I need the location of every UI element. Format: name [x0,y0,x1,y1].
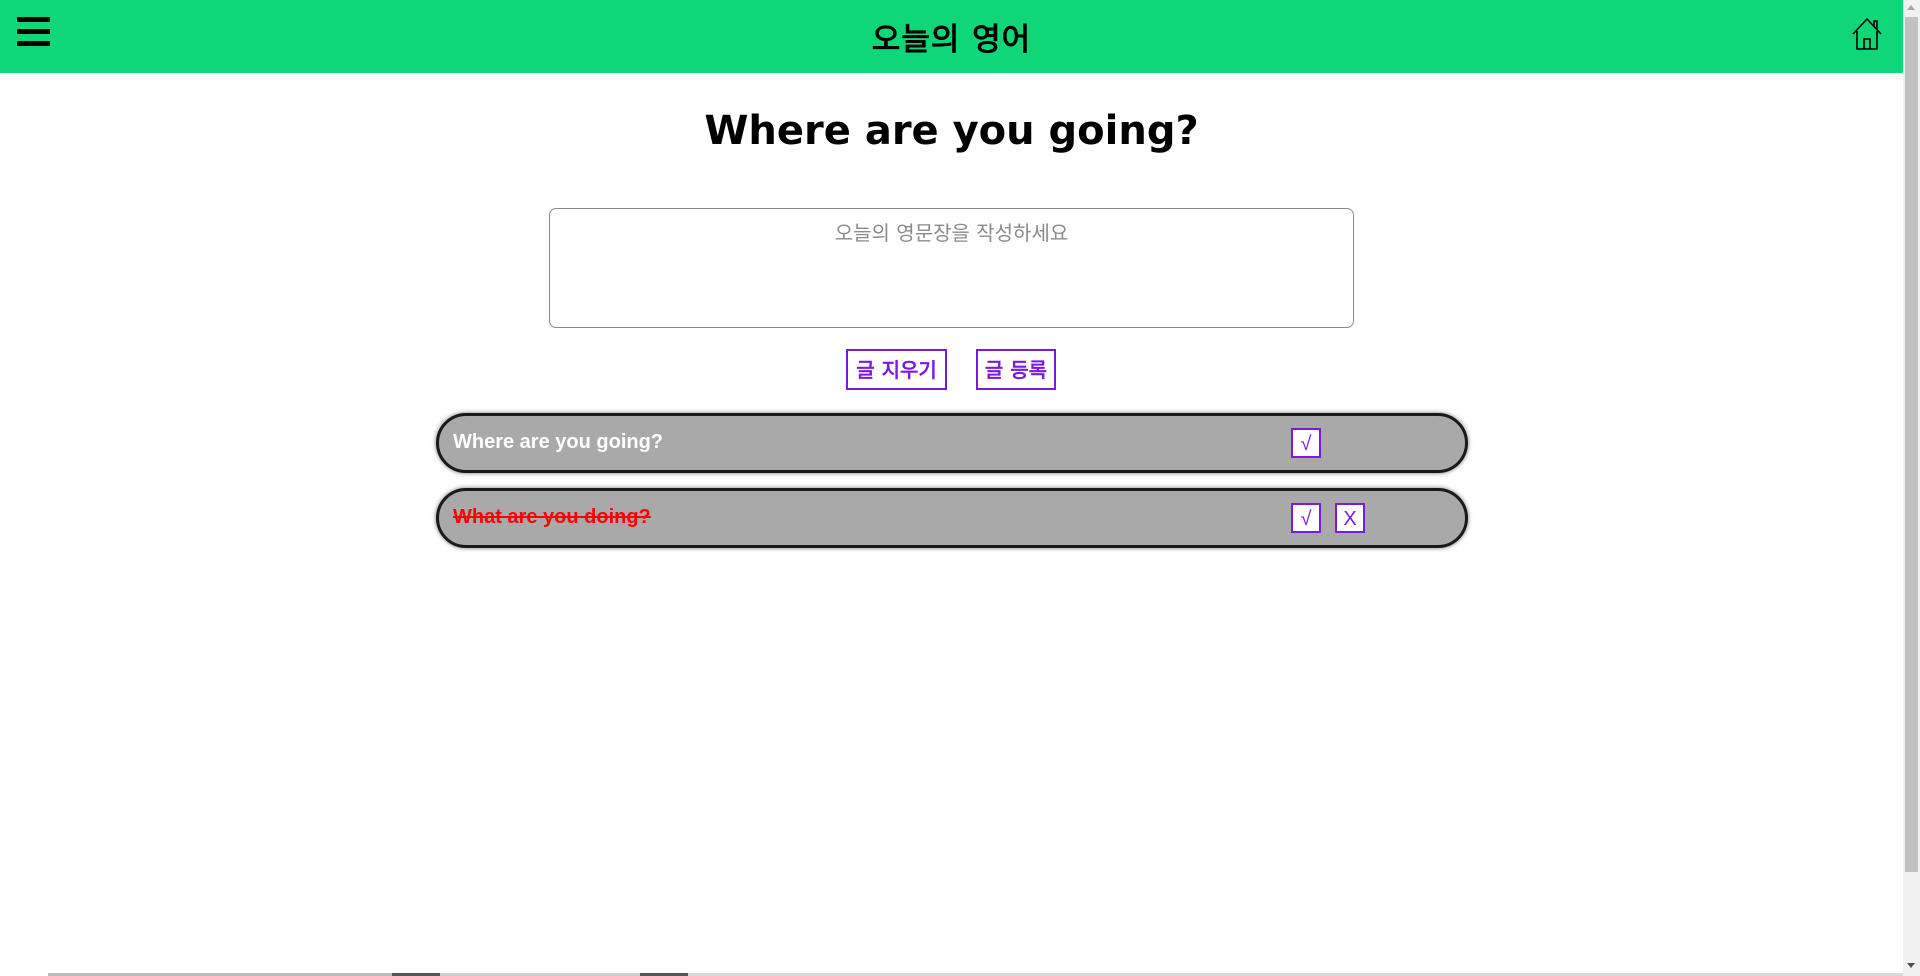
app-title: 오늘의 영어 [871,22,1032,58]
scroll-thumb[interactable] [1905,17,1918,872]
clear-button[interactable]: 글 지우기 [846,349,947,390]
page-title: Where are you going? [704,108,1199,154]
check-button[interactable]: √ [1291,428,1321,458]
home-icon[interactable] [1850,15,1884,53]
scroll-down-arrow-icon[interactable] [1907,963,1915,968]
delete-button[interactable]: X [1335,503,1365,533]
vertical-scrollbar[interactable] [1903,0,1920,976]
check-button[interactable]: √ [1291,503,1321,533]
list-item-text: What are you doing? [453,506,651,528]
app-page: 오늘의 영어 Where are you going? 글 지우기 글 등록 W… [0,0,1903,976]
app-header: 오늘의 영어 [0,0,1903,73]
list-item: Where are you going? √ [436,413,1468,473]
scroll-up-arrow-icon[interactable] [1907,5,1915,10]
list-item-text: Where are you going? [453,431,664,453]
sentence-input[interactable] [549,208,1354,328]
list-item: What are you doing? √ X [436,488,1468,548]
submit-button[interactable]: 글 등록 [976,349,1056,390]
